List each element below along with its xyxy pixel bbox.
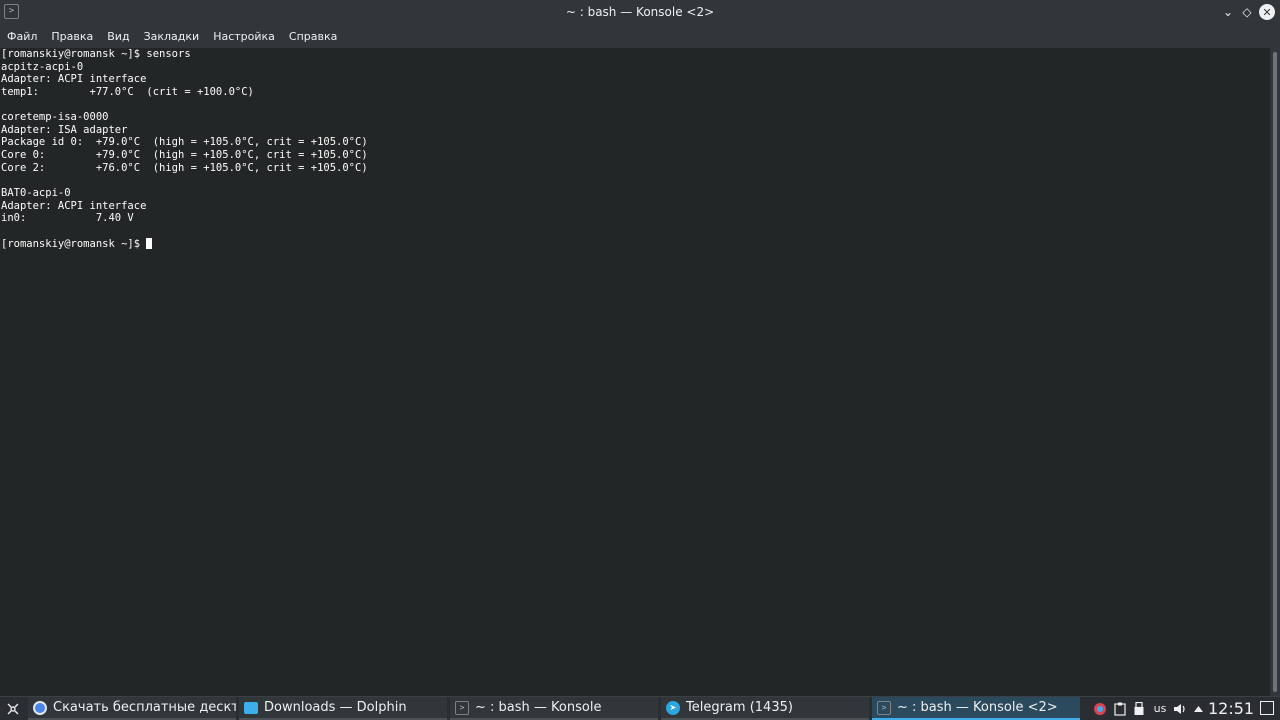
task-label: Downloads — Dolphin	[264, 700, 407, 715]
task-label: ~ : bash — Konsole	[475, 700, 602, 715]
menu-edit[interactable]: Правка	[44, 25, 100, 48]
terminal-line: coretemp-isa-0000	[1, 111, 109, 124]
task-konsole[interactable]: > ~ : bash — Konsole	[450, 697, 658, 720]
terminal-line: in0: 7.40 V	[1, 212, 134, 225]
terminal-line: BAT0-acpi-0	[1, 187, 71, 200]
terminal-line: Adapter: ACPI interface	[1, 199, 147, 212]
menu-file[interactable]: Файл	[0, 25, 44, 48]
menu-view[interactable]: Вид	[100, 25, 136, 48]
terminal-line: Adapter: ACPI interface	[1, 73, 147, 86]
terminal-line: Package id 0: +79.0°C (high = +105.0°C, …	[1, 136, 368, 149]
keep-above-button[interactable]: ◇	[1239, 4, 1255, 20]
terminal-line: acpitz-acpi-0	[1, 60, 84, 73]
telegram-icon: ➤	[666, 700, 680, 715]
task-label: ~ : bash — Konsole <2>	[897, 700, 1058, 715]
task-konsole-2[interactable]: > ~ : bash — Konsole <2>	[872, 697, 1080, 720]
task-dolphin[interactable]: Downloads — Dolphin	[239, 697, 447, 720]
terminal-line: Core 2: +76.0°C (high = +105.0°C, crit =…	[1, 161, 368, 174]
menu-help[interactable]: Справка	[282, 25, 344, 48]
tray-expand-arrow-icon[interactable]	[1191, 697, 1205, 720]
taskbar: Скачать бесплатные дескто... Downloads —…	[0, 696, 1280, 720]
window-title: ~ : bash — Konsole <2>	[565, 5, 715, 19]
task-label: Telegram (1435)	[686, 700, 793, 715]
terminal-prompt: [romanskiy@romansk ~]$	[1, 237, 147, 250]
terminal-scrollbar[interactable]	[1270, 48, 1280, 696]
chrome-icon	[33, 700, 47, 715]
menu-bookmarks[interactable]: Закладки	[137, 25, 207, 48]
title-bar[interactable]: > ~ : bash — Konsole <2> ⌄ ◇ ✕	[0, 0, 1280, 25]
volume-icon[interactable]	[1172, 697, 1188, 720]
terminal-line: [romanskiy@romansk ~]$ sensors	[1, 48, 191, 60]
clipboard-icon[interactable]	[1112, 697, 1128, 720]
keyboard-layout-indicator[interactable]: us	[1150, 697, 1170, 720]
terminal-prompt-line: [romanskiy@romansk ~]$	[0, 237, 1270, 251]
menu-settings[interactable]: Настройка	[206, 25, 282, 48]
task-chrome[interactable]: Скачать бесплатные дескто...	[28, 697, 236, 720]
task-telegram[interactable]: ➤ Telegram (1435)	[661, 697, 869, 720]
application-launcher-icon[interactable]	[2, 697, 24, 720]
terminal-line: Core 0: +79.0°C (high = +105.0°C, crit =…	[1, 149, 368, 162]
terminal-line: temp1: +77.0°C (crit = +100.0°C)	[1, 85, 254, 98]
menu-bar: Файл Правка Вид Закладки Настройка Справ…	[0, 25, 1280, 48]
konsole-icon: >	[877, 700, 891, 715]
folder-icon	[244, 701, 258, 714]
konsole-icon: >	[455, 700, 469, 715]
update-notifier-icon[interactable]	[1092, 697, 1108, 720]
close-button[interactable]: ✕	[1259, 4, 1275, 20]
text-cursor	[146, 237, 153, 249]
terminal-output[interactable]: [romanskiy@romansk ~]$ sensors acpitz-ac…	[0, 48, 1270, 696]
konsole-window: > ~ : bash — Konsole <2> ⌄ ◇ ✕ Файл Прав…	[0, 0, 1280, 696]
clock[interactable]: 12:51	[1208, 697, 1254, 720]
minimize-button[interactable]: ⌄	[1220, 4, 1236, 20]
show-desktop-button[interactable]	[1260, 701, 1274, 715]
scrollbar-thumb[interactable]	[1273, 52, 1277, 692]
terminal-line: Adapter: ISA adapter	[1, 123, 128, 136]
usb-device-icon[interactable]	[1132, 697, 1146, 720]
task-label: Скачать бесплатные дескто...	[53, 700, 236, 715]
